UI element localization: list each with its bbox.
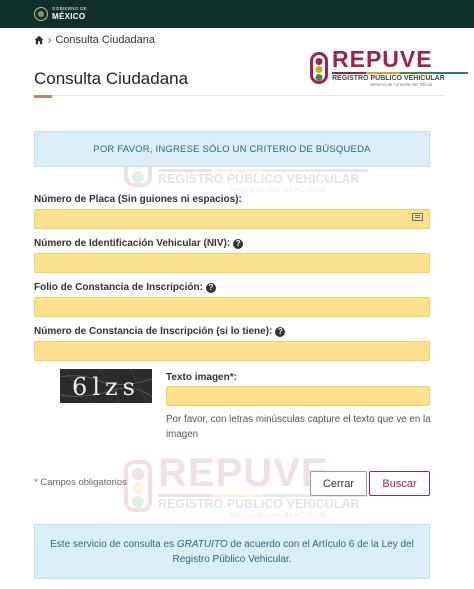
placa-label: Número de Placa (Sin guiones ni espacios… [34,194,242,205]
repuve-logo: REPUVE REGISTRO PÚBLICO VEHICULAR Servic… [310,48,468,88]
captcha-image: 6lzs [60,369,152,403]
breadcrumb-current: Consulta Ciudadana [55,34,156,46]
buscar-button[interactable]: Buscar [369,471,430,496]
repuve-logo-name: REPUVE [332,46,433,72]
alert-text: POR FAVOR, INGRESE SÓLO UN CRITERIO DE B… [93,143,371,155]
home-icon[interactable] [34,35,44,45]
header-divider [34,95,444,96]
constancia-input[interactable] [34,341,430,361]
watermark-subtitle: REGISTRO PÚBLICO VEHICULAR [158,497,360,511]
notice-text-before: Este servicio de consulta es [50,538,177,550]
help-icon[interactable]: ? [275,326,286,337]
niv-label: Número de Identificación Vehicular (NIV)… [34,238,244,249]
help-icon[interactable]: ? [233,238,244,249]
gov-logo-line2: MÉXICO [52,11,86,21]
folio-input[interactable] [34,297,430,317]
title-underline [34,95,52,98]
eagle-emblem-icon [34,7,48,21]
captcha-label: Texto imagen*: [166,372,237,383]
niv-input[interactable] [34,253,430,273]
captcha-hint: Por favor, con letras minúsculas capture… [166,414,431,440]
breadcrumb-separator: › [48,34,52,46]
cerrar-button[interactable]: Cerrar [310,471,367,496]
page-title: Consulta Ciudadana [34,69,189,88]
watermark-subtitle: REGISTRO PÚBLICO VEHICULAR [158,172,360,186]
folio-label: Folio de Constancia de Inscripción: ? [34,282,216,293]
captcha-text: 6lzs [72,373,140,401]
top-bar: GOBIERNO DE MÉXICO [0,0,474,28]
placa-input[interactable] [34,209,430,229]
keyboard-icon[interactable] [412,213,423,221]
traffic-light-icon [124,460,152,513]
required-fields-note: * Campos obligatorios [34,477,127,488]
repuve-color-band [332,72,468,74]
traffic-light-icon [310,51,328,84]
gobierno-mexico-logo[interactable]: GOBIERNO DE MÉXICO [34,5,87,23]
repuve-logo-tagline: Servicio de consulta NO Oficial [370,81,433,87]
breadcrumb: › Consulta Ciudadana [34,33,155,47]
free-service-notice: Este servicio de consulta es GRATUITO de… [34,524,430,579]
constancia-label: Número de Constancia de Inscripción (si … [34,326,286,337]
captcha-input[interactable] [166,386,430,406]
notice-emphasis: GRATUITO [176,538,228,550]
search-criteria-alert: POR FAVOR, INGRESE SÓLO UN CRITERIO DE B… [34,131,430,167]
help-icon[interactable]: ? [205,282,216,293]
watermark-tagline: Servicio de consulta NO Oficial [230,186,327,194]
watermark-tagline: Servicio de consulta NO Oficial [230,511,327,519]
